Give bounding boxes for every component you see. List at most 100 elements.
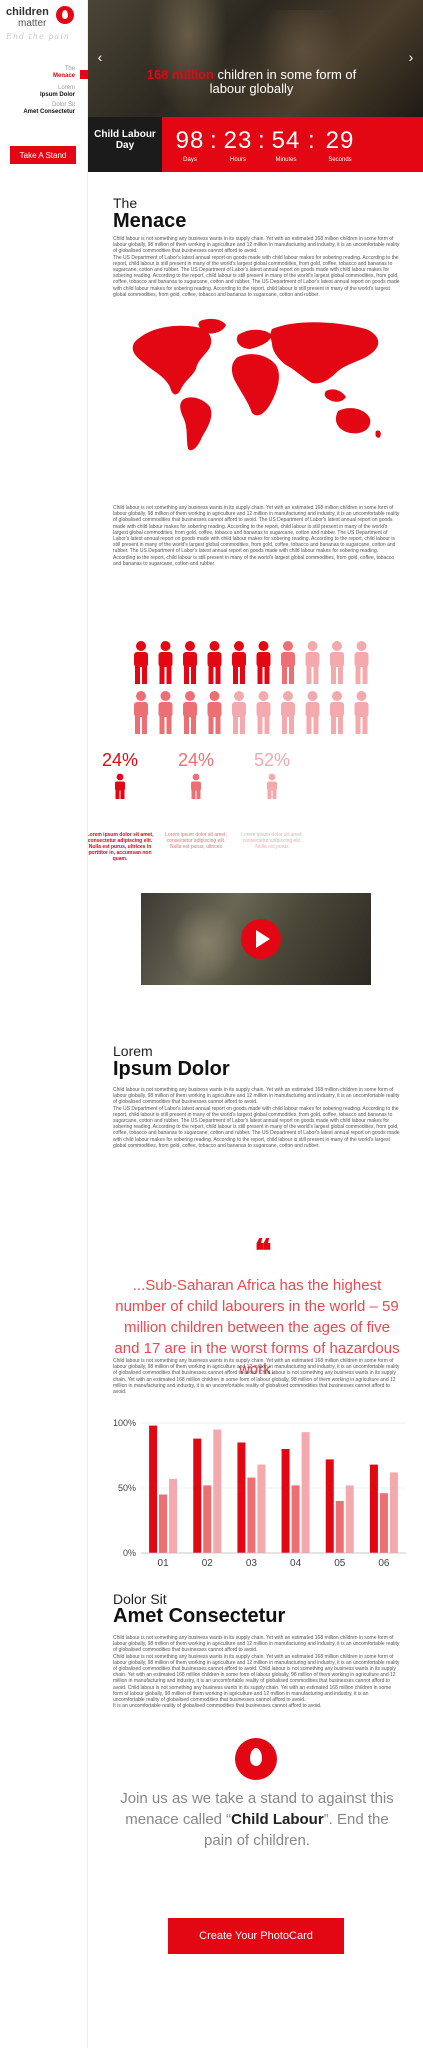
person-icon (354, 691, 369, 734)
nav-item-label: Menace (52, 73, 75, 79)
map-new-zealand (375, 430, 381, 438)
main-content: ‹ › 168 million children in some form of… (86, 0, 423, 2048)
x-tick-label: 05 (334, 1558, 346, 1569)
map-australia (335, 408, 371, 434)
countdown-hours: 23 (223, 127, 253, 154)
nav-item-small: The (64, 66, 75, 72)
person-icon (134, 641, 148, 684)
hero-image-figure (148, 0, 228, 117)
chevron-right-icon[interactable]: › (405, 50, 417, 64)
bar (149, 1425, 158, 1553)
bar (257, 1464, 266, 1553)
nav-item-small: Dolor Sit (51, 102, 75, 108)
stat-value-3: 52% (253, 750, 291, 770)
page: children matter End the pain The Menace … (0, 0, 423, 2048)
section-ipsum-title-light: Lorem (113, 1043, 153, 1059)
person-icon (134, 691, 148, 734)
x-tick-label: 04 (290, 1558, 302, 1569)
bar (379, 1493, 388, 1553)
bar (281, 1449, 290, 1553)
section-menace-title: Menace (113, 210, 187, 232)
section-ipsum-text-2: Child labour is not something any busine… (113, 1358, 400, 1396)
nav-item-ipsum-dolor[interactable]: Lorem Ipsum Dolor (40, 85, 75, 99)
x-tick-label: 02 (202, 1558, 214, 1569)
y-tick-label: 100% (113, 1418, 136, 1428)
countdown-days-label: Days (183, 157, 197, 163)
person-icon (207, 641, 222, 684)
hero-title-rest: children in some form of labour globally (209, 67, 357, 96)
hero-title-highlight: 168 million (146, 67, 214, 82)
bar (247, 1477, 256, 1553)
nav-item-amet-consectetur[interactable]: Dolor Sit Amet Consectetur (23, 102, 75, 116)
section-menace-text-2: Child labour is not something any busine… (113, 505, 400, 567)
countdown-minutes-label: Minutes (275, 157, 297, 163)
y-tick-label: 0% (123, 1548, 136, 1558)
nav-item-label: Amet Consectetur (23, 109, 75, 115)
nav-item-menace[interactable]: The Menace (53, 66, 75, 80)
active-indicator-icon (80, 70, 88, 79)
countdown-days: 98 (175, 127, 205, 154)
countdown-label: Child Labour Day (88, 117, 162, 172)
bar (159, 1494, 168, 1553)
countdown-seconds: 29 (325, 127, 355, 154)
person-icon (183, 691, 197, 734)
countdown-separator: : (308, 127, 315, 154)
countdown-seconds-label: Seconds (328, 157, 352, 163)
person-icon (354, 641, 369, 684)
person-icon (281, 691, 295, 734)
bar (325, 1459, 334, 1553)
countdown-hours-label: Hours (229, 157, 246, 163)
countdown-minutes: 54 (271, 127, 301, 154)
person-icon (267, 773, 277, 799)
person-icon (158, 691, 173, 734)
person-icon (281, 641, 295, 684)
tagline: End the pain (6, 32, 70, 41)
hero-banner: ‹ › 168 million children in some form of… (88, 0, 423, 117)
stat-caption-1: Lorem ipsum dolor sit amet, consectetur … (86, 832, 154, 862)
bar (369, 1464, 378, 1553)
logo-text-matter: matter (18, 18, 47, 29)
stat-caption-2: Lorem ipsum dolor sit amet, consectetur … (165, 832, 227, 850)
bar (203, 1485, 212, 1553)
bar (169, 1478, 178, 1553)
countdown-separator: : (210, 127, 217, 154)
person-icon (256, 691, 271, 734)
person-icon (191, 773, 201, 799)
person-icon (115, 773, 125, 799)
nav-item-small: Lorem (57, 85, 75, 91)
y-tick-label: 50% (118, 1483, 136, 1493)
quote-icon: ❝ (254, 1232, 272, 1270)
take-a-stand-button[interactable]: Take A Stand (10, 146, 76, 164)
section-menace-title-light: The (113, 195, 138, 211)
world-map (132, 318, 381, 451)
person-icon (232, 641, 246, 684)
chevron-left-icon[interactable]: ‹ (94, 50, 106, 64)
people-infographic (134, 641, 369, 734)
map-africa (231, 354, 279, 416)
stat-value-2: 24% (177, 750, 215, 770)
person-icon (183, 641, 197, 684)
section-ipsum-title: Ipsum Dolor (113, 1058, 230, 1080)
cta-text-bold: Child Labour (231, 1811, 324, 1828)
countdown-separator: : (258, 127, 265, 154)
bar (345, 1485, 354, 1553)
person-icon (330, 691, 344, 734)
video-player[interactable] (141, 893, 371, 985)
bar (213, 1429, 222, 1553)
person-icon (256, 641, 271, 684)
play-icon[interactable] (241, 919, 281, 959)
drop-icon (56, 6, 74, 24)
bar (291, 1485, 300, 1553)
nav-item-label: Ipsum Dolor (39, 92, 75, 98)
section-menace-text: Child labour is not something any busine… (113, 236, 400, 298)
create-photocard-button[interactable]: Create Your PhotoCard (168, 1918, 344, 1954)
section-ipsum-text: Child labour is not something any busine… (113, 1087, 400, 1149)
video-thumbnail (171, 903, 241, 983)
person-icon (232, 691, 246, 734)
person-icon (305, 641, 320, 684)
map-north-america (132, 325, 212, 395)
bar (193, 1438, 202, 1553)
x-tick-label: 06 (378, 1558, 390, 1569)
bar (335, 1501, 344, 1553)
map-europe (236, 329, 272, 349)
